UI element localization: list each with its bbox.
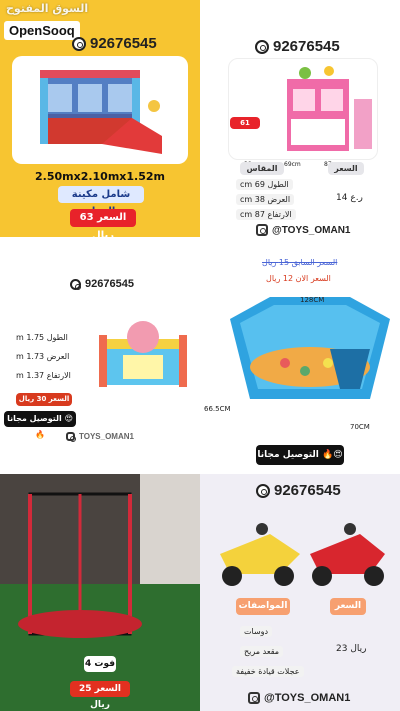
price-tag: السعر 30 ريال [16,393,72,406]
phone-number: 92676545 [256,482,341,499]
size-label: 4 فوت [84,656,116,672]
spec-length: cm 69 الطول [236,179,293,190]
price-header: السعر [330,598,366,615]
free-delivery-badge: التوصيل مجانا 🔥😍 [256,445,344,465]
product-tile-go-kart[interactable]: 92676545 المواصفات السعر دوسات مقعد مريح… [200,474,400,711]
price-header: السعر [328,162,364,175]
whatsapp-icon [256,483,270,498]
opensooq-logo: OpenSooq [4,21,80,40]
product-tile-kitchen-set[interactable]: 92676545 61 قطعة 87cm 69cm 38cm المقاس ا… [200,0,400,237]
dim-length: 128CM [300,296,325,304]
dim-height: 66.5CM [204,405,231,413]
watermark-text: السوق المفتوح [6,2,89,15]
instagram-icon [256,224,268,236]
price-tag: السعر 25 ريال [70,681,130,710]
price-value: 14 ر.ع [336,193,363,203]
spec-height: m 1.37 الارتفاع [12,370,75,381]
instagram-icon [66,432,76,442]
new-price: السعر الان 12 ريال [266,274,331,283]
product-image-card [12,56,188,164]
free-delivery-badge: التوصيل مجانا 😍🔥 [4,411,76,439]
instagram-handle: @TOYS_OMAN1 [248,692,350,704]
size-header: المقاس [240,162,284,175]
spec-width: cm 38 العرض [236,194,295,205]
whatsapp-icon [70,278,81,290]
spec-height: cm 87 الارتفاع [236,209,296,220]
product-tile-bounce-house[interactable]: السوق المفتوح OpenSooq 92676545 2.50mx2.… [0,0,200,237]
spec-wheels: عجلات قيادة خفيفة [232,666,304,677]
product-size: 2.50mx2.10mx1.52m [35,170,165,183]
product-tile-ball-pool[interactable]: السعر السابق 15 ريال السعر الان 12 ريال … [200,237,400,474]
product-image-card [228,58,378,160]
trampoline-photo [0,474,200,711]
instagram-handle: @TOYS_OMAN1 [256,224,350,236]
spec-length: m 1.75 الطول [12,332,72,343]
specs-header: المواصفات [236,598,290,615]
pieces-badge: 61 قطعة [230,117,260,139]
old-price: السعر السابق 15 ريال [262,258,338,267]
dim-width: 70CM [350,423,370,431]
kitchen-set-illustration [287,66,372,151]
castle-illustration [99,321,187,387]
listing-image-grid: السوق المفتوح OpenSooq 92676545 2.50mx2.… [0,0,400,711]
phone-number: 92676545 [255,38,340,55]
whatsapp-icon [72,36,86,51]
product-title: شامل مكينة الهواء [58,186,144,217]
spec-width: m 1.73 العرض [12,351,74,362]
instagram-handle: TOYS_OMAN1 [66,432,134,442]
go-kart-illustration [220,523,385,586]
bounce-house-illustration [40,70,162,154]
whatsapp-icon [255,39,269,54]
price-tag: السعر 63 ريال [70,209,136,237]
product-tile-inflatable-castle[interactable]: 92676545 m 1.75 الطول m 1.73 العرض m 1.3… [0,237,200,474]
spec-seat: مقعد مريح [240,646,284,657]
ball-pool-illustration [230,297,390,399]
phone-number: 92676545 [70,278,134,290]
price-value: 23 ريال [336,644,367,654]
phone-number: 92676545 [72,35,157,52]
instagram-icon [248,692,260,704]
spec-pedals: دوسات [240,626,273,637]
product-tile-trampoline[interactable]: 4 فوت السعر 25 ريال [0,474,200,711]
